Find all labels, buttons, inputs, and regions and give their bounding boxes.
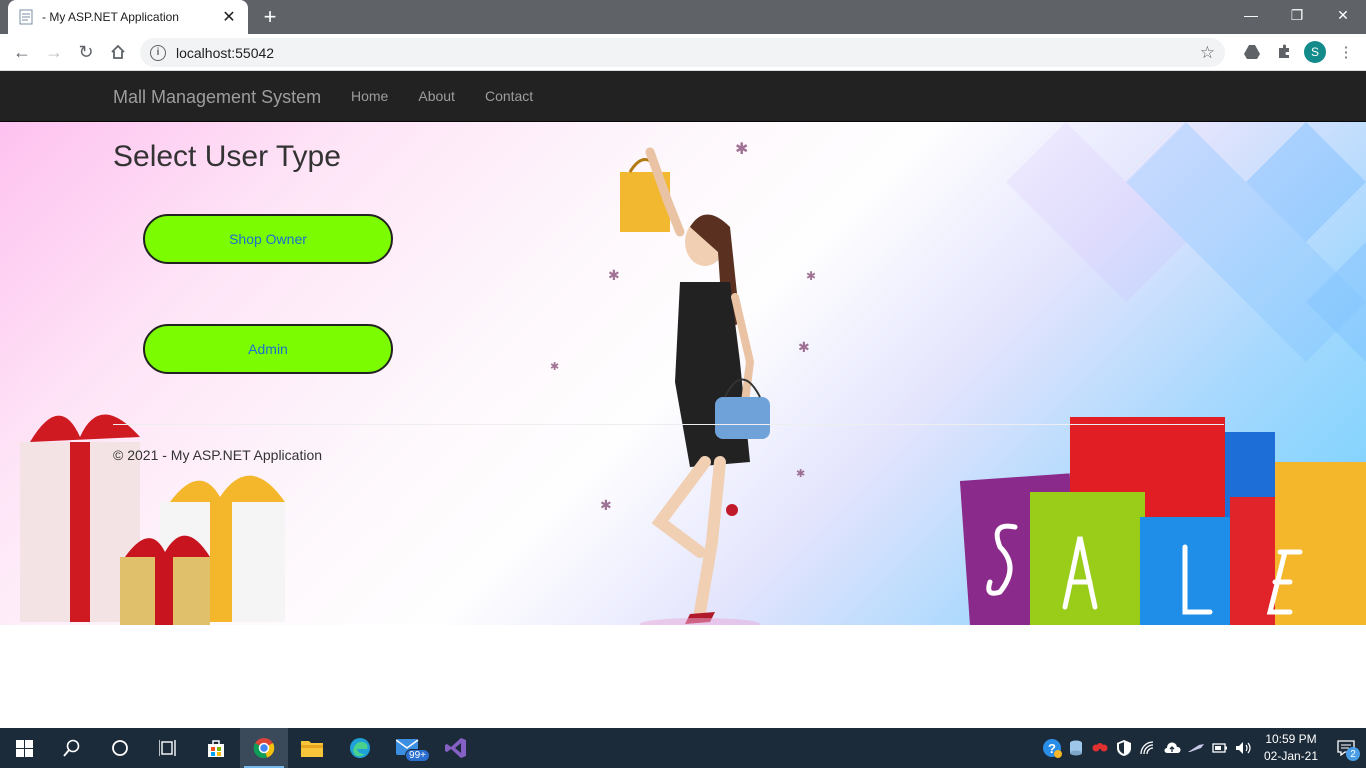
site-info-icon[interactable]: i bbox=[150, 44, 166, 61]
svg-text:✱: ✱ bbox=[735, 141, 748, 158]
windows-taskbar: 99+ ? 10:59 PM 02-Jan-21 2 bbox=[0, 728, 1366, 768]
window-controls: — ❐ ✕ bbox=[1228, 0, 1366, 34]
window-close-icon[interactable]: ✕ bbox=[1320, 0, 1366, 30]
wifi-icon[interactable] bbox=[1136, 728, 1160, 768]
database-icon[interactable] bbox=[1064, 728, 1088, 768]
url-text: localhost:55042 bbox=[176, 44, 275, 61]
system-clock[interactable]: 10:59 PM 02-Jan-21 bbox=[1256, 731, 1326, 765]
svg-text:✱: ✱ bbox=[796, 468, 805, 480]
volume-icon[interactable] bbox=[1232, 728, 1256, 768]
svg-text:✱: ✱ bbox=[550, 361, 559, 373]
svg-text:✱: ✱ bbox=[806, 269, 816, 283]
windows-start-icon[interactable] bbox=[0, 728, 48, 768]
microsoft-store-icon[interactable] bbox=[192, 728, 240, 768]
visual-studio-icon[interactable] bbox=[432, 728, 480, 768]
svg-text:✱: ✱ bbox=[600, 497, 612, 513]
extensions-icon[interactable] bbox=[1272, 38, 1296, 66]
notification-count-badge: 2 bbox=[1346, 747, 1360, 761]
admin-button[interactable]: Admin bbox=[143, 324, 393, 374]
system-tray: ? 10:59 PM 02-Jan-21 2 bbox=[1040, 728, 1366, 768]
file-explorer-icon[interactable] bbox=[288, 728, 336, 768]
clock-time: 10:59 PM bbox=[1265, 732, 1317, 746]
page-favicon-icon bbox=[18, 9, 34, 25]
svg-text:✱: ✱ bbox=[608, 267, 620, 283]
profile-avatar[interactable]: S bbox=[1304, 41, 1326, 63]
footer-text: © 2021 - My ASP.NET Application bbox=[113, 447, 323, 463]
pen-tablet-icon[interactable] bbox=[1184, 728, 1208, 768]
footer-divider bbox=[113, 424, 1224, 425]
game-controller-icon[interactable] bbox=[1088, 728, 1112, 768]
search-icon[interactable] bbox=[48, 728, 96, 768]
shop-owner-button[interactable]: Shop Owner bbox=[143, 214, 393, 264]
forward-icon[interactable]: → bbox=[38, 36, 70, 68]
nav-contact-link[interactable]: Contact bbox=[470, 71, 548, 121]
nav-home-link[interactable]: Home bbox=[336, 71, 403, 121]
browser-toolbar: ← → ↻ i localhost:55042 ☆ S ⋮ bbox=[0, 34, 1366, 71]
action-center-icon[interactable]: 2 bbox=[1326, 728, 1366, 768]
cortana-icon[interactable] bbox=[96, 728, 144, 768]
gift-boxes-illustration bbox=[20, 414, 285, 625]
mail-badge: 99+ bbox=[405, 749, 430, 762]
tab-close-icon[interactable]: ✕ bbox=[220, 8, 238, 26]
nav-about-link[interactable]: About bbox=[403, 71, 470, 121]
security-shield-icon[interactable] bbox=[1112, 728, 1136, 768]
sale-bags-illustration bbox=[960, 417, 1366, 625]
browser-tab[interactable]: - My ASP.NET Application ✕ bbox=[8, 0, 248, 34]
background-image: ✱ ✱ ✱ ✱ ✱ ✱ ✱ Select User Type Shop Owne… bbox=[0, 122, 1366, 625]
restore-icon[interactable]: ❐ bbox=[1274, 0, 1320, 30]
address-bar[interactable]: i localhost:55042 ☆ bbox=[140, 38, 1225, 67]
menu-kebab-icon[interactable]: ⋮ bbox=[1334, 38, 1358, 66]
mail-icon[interactable]: 99+ bbox=[384, 728, 432, 768]
reload-icon[interactable]: ↻ bbox=[70, 36, 102, 68]
onedrive-upload-icon[interactable] bbox=[1160, 728, 1184, 768]
help-icon[interactable]: ? bbox=[1040, 728, 1064, 768]
drive-extension-icon[interactable] bbox=[1240, 38, 1264, 66]
battery-icon[interactable] bbox=[1208, 728, 1232, 768]
tab-title: - My ASP.NET Application bbox=[42, 10, 179, 24]
chrome-taskbar-icon[interactable] bbox=[240, 728, 288, 768]
home-icon[interactable] bbox=[102, 36, 134, 68]
edge-icon[interactable] bbox=[336, 728, 384, 768]
bookmark-star-icon[interactable]: ☆ bbox=[1200, 43, 1215, 63]
task-view-icon[interactable] bbox=[144, 728, 192, 768]
site-navbar: Mall Management System Home About Contac… bbox=[0, 71, 1366, 122]
new-tab-button[interactable]: + bbox=[258, 4, 282, 29]
shopping-woman-illustration: ✱ ✱ ✱ ✱ ✱ ✱ ✱ bbox=[550, 141, 816, 625]
browser-tab-strip: - My ASP.NET Application ✕ + — ❐ ✕ bbox=[0, 0, 1366, 34]
svg-text:✱: ✱ bbox=[798, 339, 810, 355]
back-icon[interactable]: ← bbox=[6, 36, 38, 68]
web-page: Mall Management System Home About Contac… bbox=[0, 71, 1366, 728]
minimize-icon[interactable]: — bbox=[1228, 0, 1274, 30]
page-heading: Select User Type bbox=[113, 140, 341, 173]
diamond-pattern-decoration bbox=[1006, 122, 1366, 362]
clock-date: 02-Jan-21 bbox=[1263, 749, 1319, 763]
site-brand-link[interactable]: Mall Management System bbox=[113, 87, 321, 108]
